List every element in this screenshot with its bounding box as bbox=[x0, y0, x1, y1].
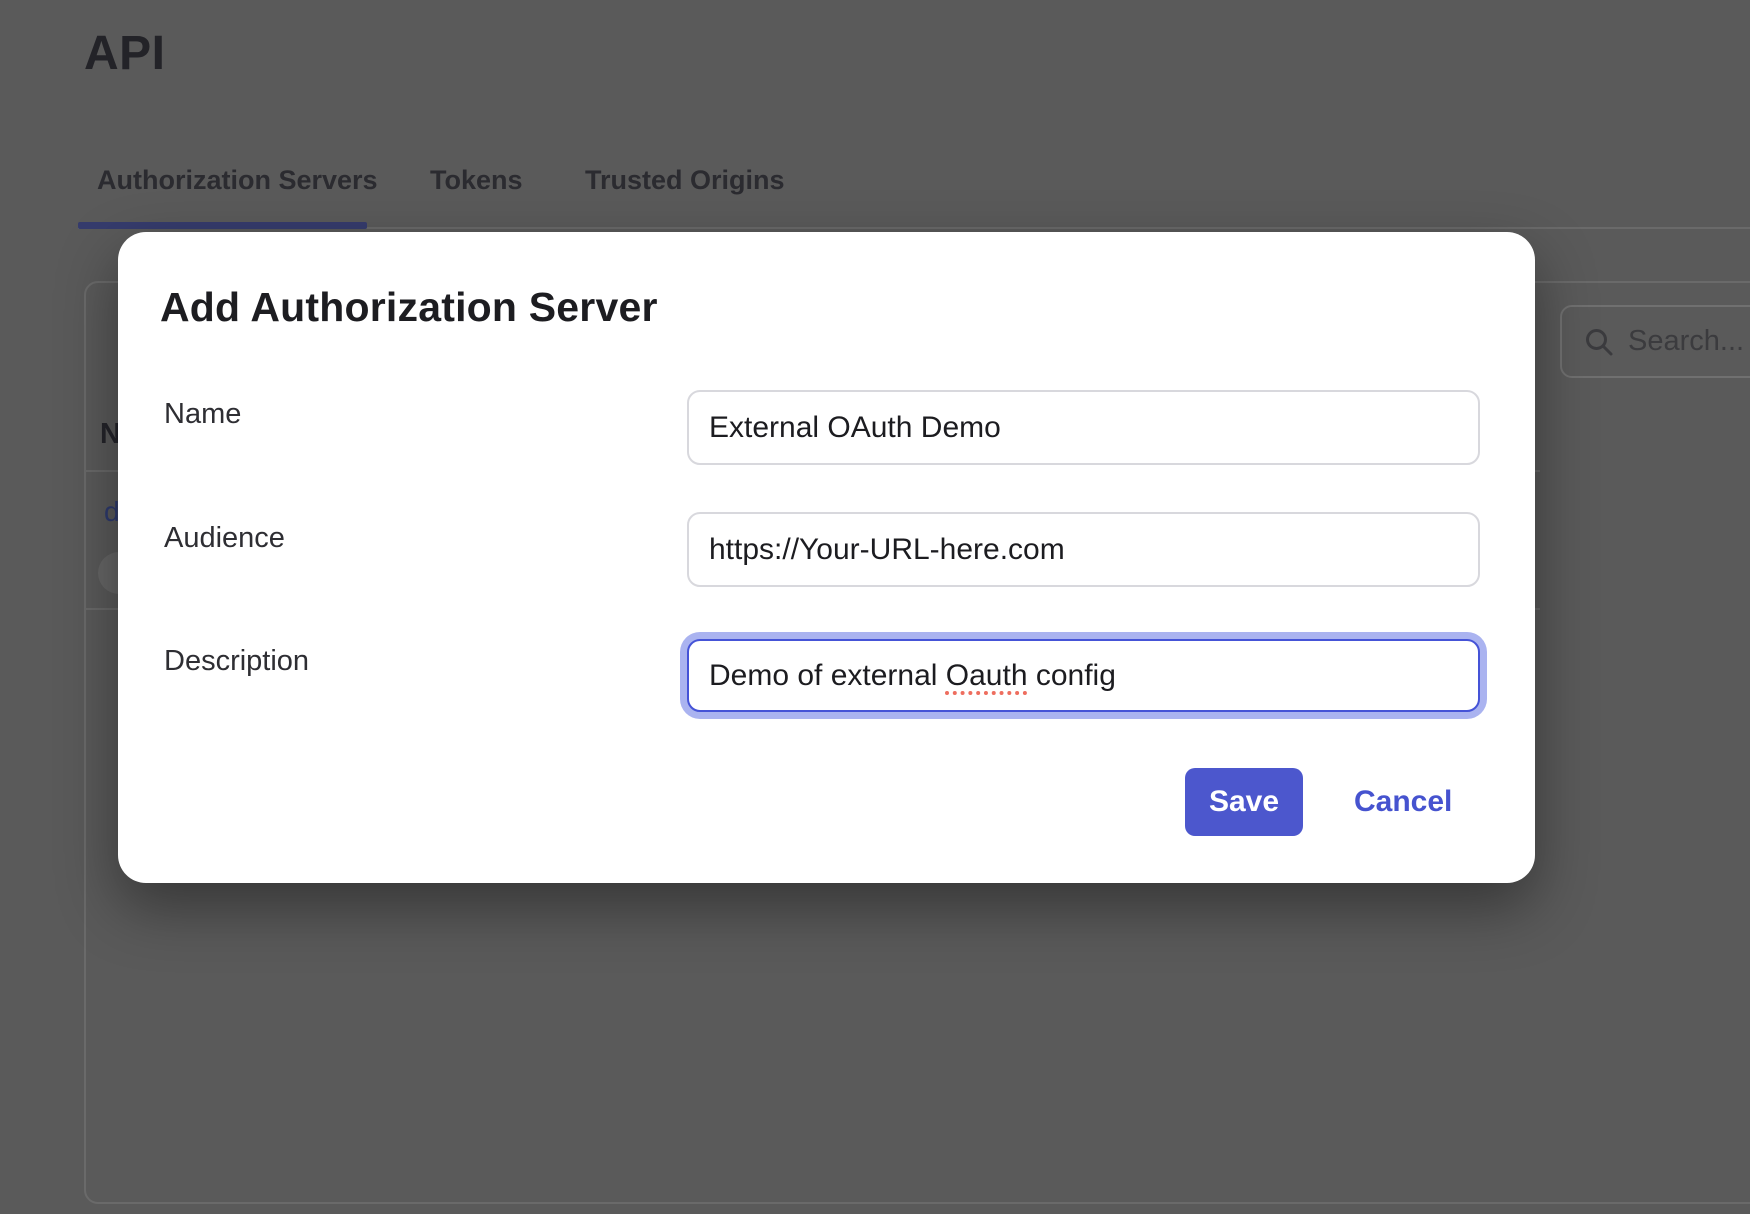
cancel-button[interactable]: Cancel bbox=[1354, 768, 1452, 836]
add-authorization-server-dialog: Add Authorization Server Name Audience D… bbox=[118, 232, 1535, 883]
tab-authorization-servers[interactable]: Authorization Servers bbox=[97, 165, 378, 196]
name-label: Name bbox=[164, 398, 241, 431]
page-title: API bbox=[84, 26, 166, 81]
tab-trusted-origins[interactable]: Trusted Origins bbox=[585, 165, 785, 196]
description-label: Description bbox=[164, 645, 309, 678]
save-button[interactable]: Save bbox=[1185, 768, 1303, 836]
audience-label: Audience bbox=[164, 522, 285, 555]
description-misspelled-word: Oauth bbox=[946, 659, 1028, 693]
description-text-after: config bbox=[1028, 659, 1116, 693]
description-text: Demo of external bbox=[709, 659, 946, 693]
tab-tokens[interactable]: Tokens bbox=[430, 165, 523, 196]
search-input[interactable]: Search... bbox=[1560, 305, 1750, 378]
active-tab-indicator bbox=[78, 222, 367, 229]
search-placeholder: Search... bbox=[1628, 325, 1744, 358]
search-icon bbox=[1584, 327, 1614, 357]
description-field[interactable]: Demo of external Oauth config bbox=[687, 639, 1480, 712]
audience-field[interactable] bbox=[687, 512, 1480, 587]
name-field[interactable] bbox=[687, 390, 1480, 465]
dialog-title: Add Authorization Server bbox=[160, 284, 658, 331]
